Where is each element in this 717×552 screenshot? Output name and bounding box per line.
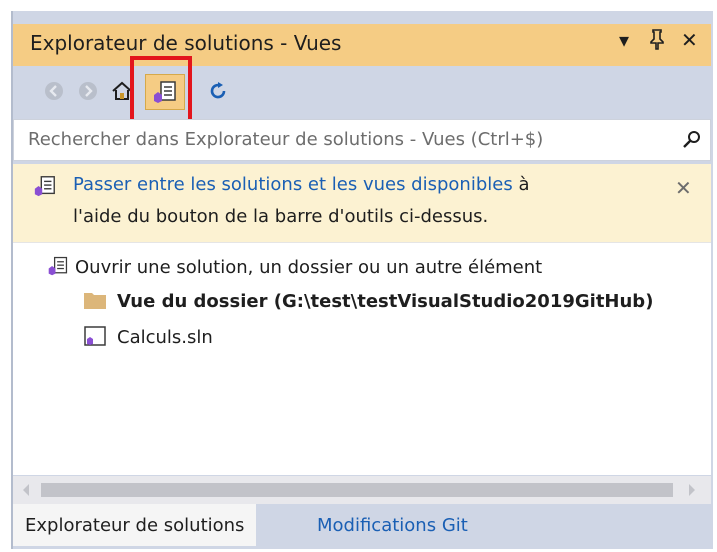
tab-solution-explorer[interactable]: Explorateur de solutions [13, 504, 257, 546]
horizontal-scrollbar[interactable] [13, 476, 711, 504]
search-icon[interactable] [682, 130, 702, 150]
refresh-button[interactable] [201, 74, 235, 108]
info-text-after-link: à [512, 174, 530, 195]
info-bar: Passer entre les solutions et les vues d… [13, 164, 711, 243]
info-close-icon[interactable]: ✕ [675, 176, 692, 200]
tool-window-titlebar: Explorateur de solutions - Vues ▾ ✕ [13, 24, 711, 66]
tree-item-label: Calculs.sln [117, 327, 213, 348]
scrollbar-thumb[interactable] [41, 483, 673, 497]
tab-git-changes[interactable]: Modifications Git [303, 504, 482, 546]
tab-strip: Explorateur de solutions Modifications G… [13, 504, 711, 549]
info-message-line1: Passer entre les solutions et les vues d… [73, 174, 529, 195]
highlight-annotation [130, 56, 192, 124]
refresh-icon [210, 82, 226, 99]
forward-button[interactable] [71, 74, 105, 108]
folder-icon [84, 293, 106, 309]
forward-arrow-icon [79, 82, 97, 100]
solution-tree: Ouvrir une solution, un dossier ou un au… [13, 243, 711, 475]
back-button[interactable] [37, 74, 71, 108]
window-title: Explorateur de solutions - Vues [30, 31, 342, 55]
dropdown-arrow-icon[interactable]: ▾ [619, 28, 629, 52]
tree-item-folder-view[interactable]: Vue du dossier (G:\test\testVisualStudio… [83, 290, 653, 312]
close-icon[interactable]: ✕ [681, 28, 698, 52]
search-placeholder: Rechercher dans Explorateur de solutions… [28, 129, 544, 150]
switch-views-icon [34, 176, 55, 197]
scroll-left-arrow-icon[interactable] [21, 483, 31, 497]
tree-item-label: Ouvrir une solution, un dossier ou un au… [75, 257, 543, 278]
solution-explorer-toolbar [13, 66, 711, 116]
sln-file-icon [84, 326, 106, 346]
scroll-right-arrow-icon[interactable] [687, 483, 697, 497]
info-message-line2: l'aide du bouton de la barre d'outils ci… [73, 206, 489, 227]
back-arrow-icon [45, 82, 63, 100]
solution-icon [48, 256, 68, 276]
info-link[interactable]: Passer entre les solutions et les vues d… [73, 174, 513, 195]
tree-item-label: Vue du dossier (G:\test\testVisualStudio… [117, 291, 654, 312]
search-input[interactable]: Rechercher dans Explorateur de solutions… [13, 119, 711, 161]
tree-item-sln-file[interactable]: Calculs.sln [83, 325, 213, 348]
pin-icon[interactable] [649, 28, 665, 55]
tree-item-open-solution[interactable]: Ouvrir une solution, un dossier ou un au… [47, 255, 542, 278]
